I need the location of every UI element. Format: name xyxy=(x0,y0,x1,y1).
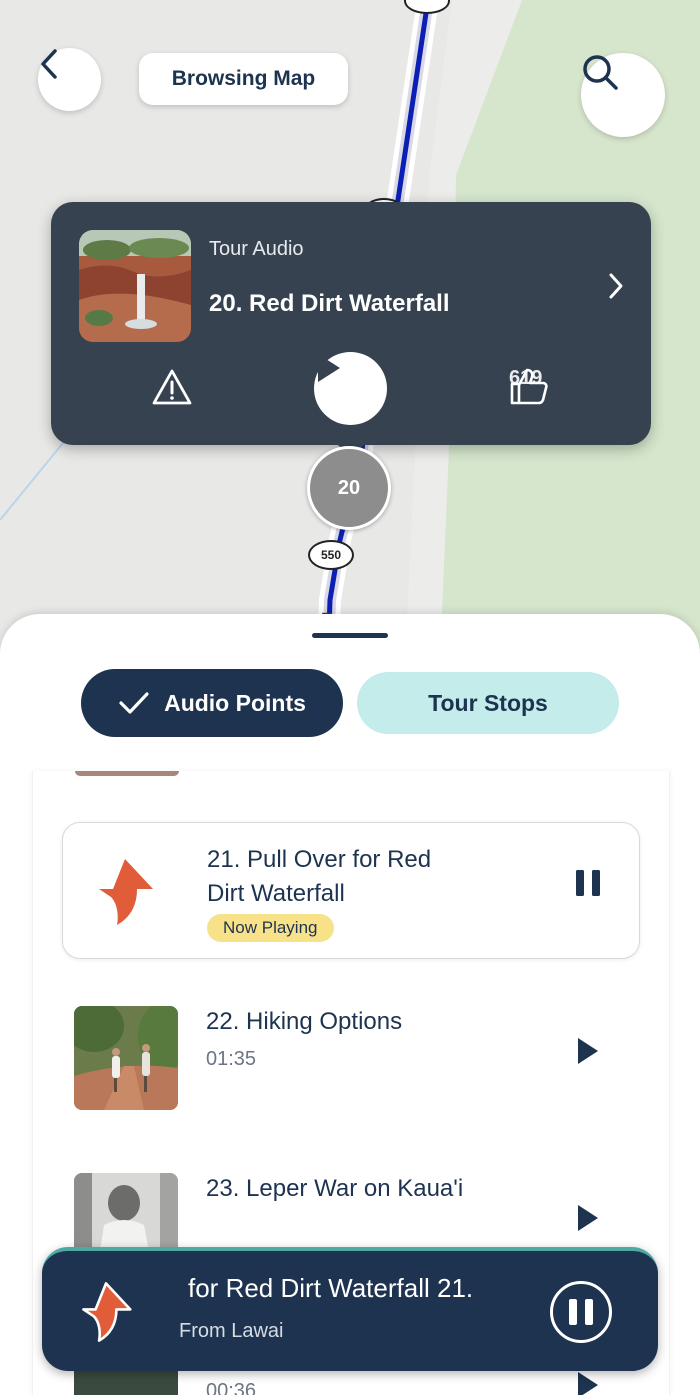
list-item-duration: 00:36 xyxy=(206,1380,257,1395)
list-item-duration: 01:35 xyxy=(206,1048,257,1070)
list-item-title: 22. Hiking Options xyxy=(206,1008,403,1035)
list-item-play-button[interactable] xyxy=(576,1036,600,1071)
list-item-title: 21. Pull Over for Red Dirt Waterfall xyxy=(207,846,432,907)
list-item-play-button[interactable] xyxy=(576,1370,600,1395)
now-playing-title: for Red Dirt Waterfall 21. xyxy=(188,1273,474,1303)
map-marker-number: 20 xyxy=(337,476,361,499)
warning-triangle-icon xyxy=(152,369,192,405)
list-item-title: 23. Leper War on Kaua'i xyxy=(206,1175,464,1202)
play-icon xyxy=(318,354,340,382)
chevron-left-icon xyxy=(41,49,57,79)
popup-play-button[interactable] xyxy=(314,352,387,425)
browsing-map-label: Browsing Map xyxy=(139,53,348,105)
popup-type-label: Tour Audio xyxy=(209,238,304,260)
popup-title: 20. Red Dirt Waterfall xyxy=(209,290,450,317)
chevron-right-icon xyxy=(609,273,623,299)
search-icon xyxy=(583,55,618,90)
turn-arrow-icon xyxy=(95,857,155,932)
mini-player[interactable]: for Red Dirt Waterfall 21. From Lawai xyxy=(42,1247,658,1371)
play-icon xyxy=(578,1205,598,1231)
now-playing-badge: Now Playing xyxy=(207,914,334,942)
thumbs-up-icon xyxy=(510,368,548,405)
play-icon xyxy=(578,1038,598,1064)
popup-thumbnail xyxy=(79,230,191,342)
list-item-pause-button[interactable] xyxy=(575,869,601,902)
route-shield: 550 xyxy=(308,540,354,570)
mini-player-pause-button[interactable] xyxy=(550,1281,612,1343)
search-button[interactable] xyxy=(581,53,665,137)
turn-arrow-icon xyxy=(80,1281,132,1348)
tab-audio-points[interactable]: Audio Points xyxy=(81,669,343,737)
map-view[interactable]: MA 550 550 Browsing Map Tour Audio 20. R… xyxy=(0,0,700,660)
audio-point-popup[interactable]: Tour Audio 20. Red Dirt Waterfall 619 xyxy=(51,202,651,458)
tab-tour-stops[interactable]: Tour Stops xyxy=(357,672,619,734)
list-item-now-playing[interactable]: 21. Pull Over for Red Dirt Waterfall Now… xyxy=(62,822,640,959)
route-shield-number: 550 xyxy=(320,548,342,562)
list-item-thumbnail xyxy=(74,1006,178,1110)
list-item[interactable]: 22. Hiking Options 01:35 xyxy=(33,1006,669,1116)
tab-tour-stops-label: Tour Stops xyxy=(428,689,548,716)
back-button[interactable] xyxy=(38,48,101,111)
pause-icon xyxy=(576,870,600,896)
list-item-thumbnail xyxy=(75,771,179,776)
list-item-play-button[interactable] xyxy=(576,1203,600,1238)
play-icon xyxy=(578,1372,598,1395)
map-marker[interactable]: 20 xyxy=(307,446,391,530)
like-button[interactable]: 619 xyxy=(509,367,548,405)
sheet-drag-handle[interactable] xyxy=(312,633,388,638)
now-playing-subtitle: From Lawai xyxy=(179,1320,284,1342)
pause-icon xyxy=(569,1299,593,1325)
tab-audio-points-label: Audio Points xyxy=(164,689,306,716)
check-icon xyxy=(119,692,149,714)
